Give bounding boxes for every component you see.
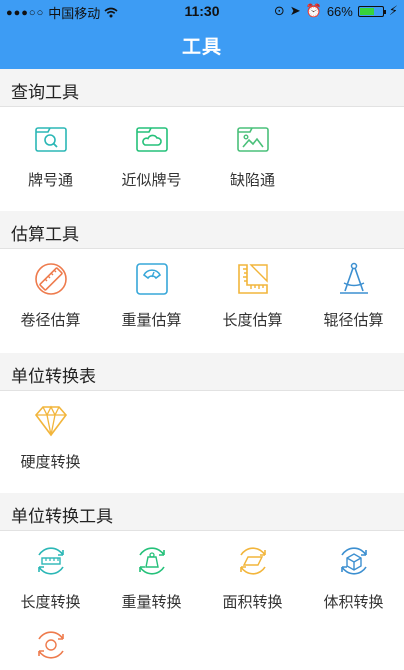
section-header-query: 查询工具 — [0, 69, 404, 107]
nav-bar: ●●●○○ 中国移动 11:30 ⊙ ➤ ⏰ 66% ⚡ 工具 — [0, 0, 404, 69]
folder-image-icon — [236, 127, 269, 152]
scale-icon — [135, 263, 168, 295]
area-convert-icon — [239, 547, 266, 575]
length-convert-icon — [37, 547, 64, 575]
weight-convert-icon — [138, 547, 165, 575]
tool-length-estimate[interactable]: 长度估算 — [202, 261, 303, 330]
tool-roll-diameter[interactable]: 辊径估算 — [303, 261, 404, 330]
section-header-conversion-table: 单位转换表 — [0, 353, 404, 391]
page-title: 工具 — [181, 37, 222, 58]
alarm-icon: ⏰ — [305, 3, 322, 18]
volume-convert-icon — [340, 547, 367, 575]
section-header-estimate: 估算工具 — [0, 211, 404, 249]
diamond-icon — [34, 405, 67, 437]
charging-icon: ⚡ — [388, 3, 398, 18]
ruler-circle-icon — [34, 263, 67, 295]
section-title: 查询工具 — [11, 83, 79, 102]
tool-length-conversion[interactable]: 长度转换 — [0, 543, 101, 612]
tool-hardness-conversion[interactable]: 硬度转换 — [0, 403, 101, 472]
location-icon: ➤ — [289, 3, 301, 18]
section-estimate-tools: 卷径估算 重量估算 长度估算 辊径估算 — [0, 249, 404, 353]
section-title: 单位转换表 — [11, 367, 96, 386]
tool-defect-lookup[interactable]: 缺陷通 — [202, 121, 303, 190]
section-title: 单位转换工具 — [11, 507, 113, 526]
section-title: 估算工具 — [11, 225, 79, 244]
tool-weight-estimate[interactable]: 重量估算 — [101, 261, 202, 330]
battery-percent: 66% — [326, 3, 353, 19]
tool-area-conversion[interactable]: 面积转换 — [202, 543, 303, 612]
status-bar: ●●●○○ 中国移动 11:30 ⊙ ➤ ⏰ 66% ⚡ — [0, 0, 404, 22]
battery-icon — [357, 5, 386, 17]
section-conversion-tables: 硬度转换 — [0, 391, 404, 493]
tool-temperature-conversion[interactable] — [0, 627, 101, 663]
section-conversion-tools: 长度转换 重量转换 面积转换 体积转换 — [0, 531, 404, 670]
rotation-lock-icon: ⊙ — [273, 3, 285, 18]
folder-search-icon — [34, 127, 67, 152]
tool-coil-diameter[interactable]: 卷径估算 — [0, 261, 101, 330]
section-query-tools: 牌号通 近似牌号 缺陷通 — [0, 107, 404, 211]
tool-volume-conversion[interactable]: 体积转换 — [303, 543, 404, 612]
compass-icon — [339, 262, 368, 294]
section-header-conversion-tools: 单位转换工具 — [0, 493, 404, 531]
tool-grade-lookup[interactable]: 牌号通 — [0, 121, 101, 190]
tool-similar-grade[interactable]: 近似牌号 — [101, 121, 202, 190]
temperature-convert-icon — [37, 631, 64, 659]
folder-cloud-icon — [135, 127, 168, 152]
triangle-ruler-icon — [237, 264, 268, 294]
tool-weight-conversion[interactable]: 重量转换 — [101, 543, 202, 612]
